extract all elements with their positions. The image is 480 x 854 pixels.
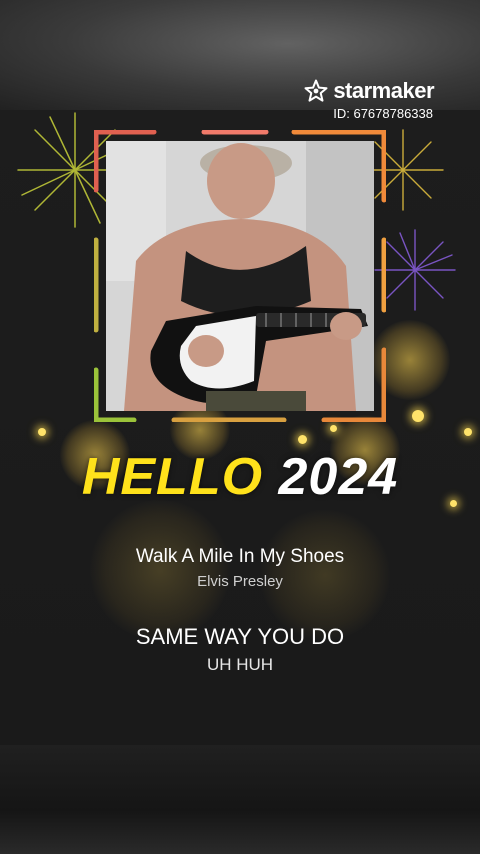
decorative-frame — [94, 130, 386, 422]
starmaker-wordmark: starmaker — [333, 78, 434, 103]
hello-text: HELLO — [81, 448, 264, 506]
starmaker-logo: starmaker — [304, 78, 434, 104]
sparkle-dot — [298, 435, 307, 444]
year-text: 2024 — [278, 448, 399, 506]
hello-2024-banner: HELLO 2024 — [0, 447, 480, 507]
starmaker-logo-icon — [304, 79, 328, 102]
song-artist: Elvis Presley — [197, 573, 283, 590]
video-screen: starmaker ID: 67678786338 HELLO 2024 Wal… — [0, 0, 480, 854]
sparkle-dot — [38, 428, 46, 436]
song-title: Walk A Mile In My Shoes — [135, 546, 345, 567]
blurred-background-bottom — [0, 745, 480, 854]
user-id-label: ID: 67678786338 — [333, 106, 433, 121]
bokeh-light — [90, 500, 230, 640]
sparkle-dot — [464, 428, 472, 436]
sparkle-dot — [412, 410, 424, 422]
current-lyric-line: SAME WAY YOU DO — [135, 624, 345, 649]
sparkle-dot — [330, 425, 337, 432]
next-lyric-line: UH HUH — [206, 655, 274, 674]
